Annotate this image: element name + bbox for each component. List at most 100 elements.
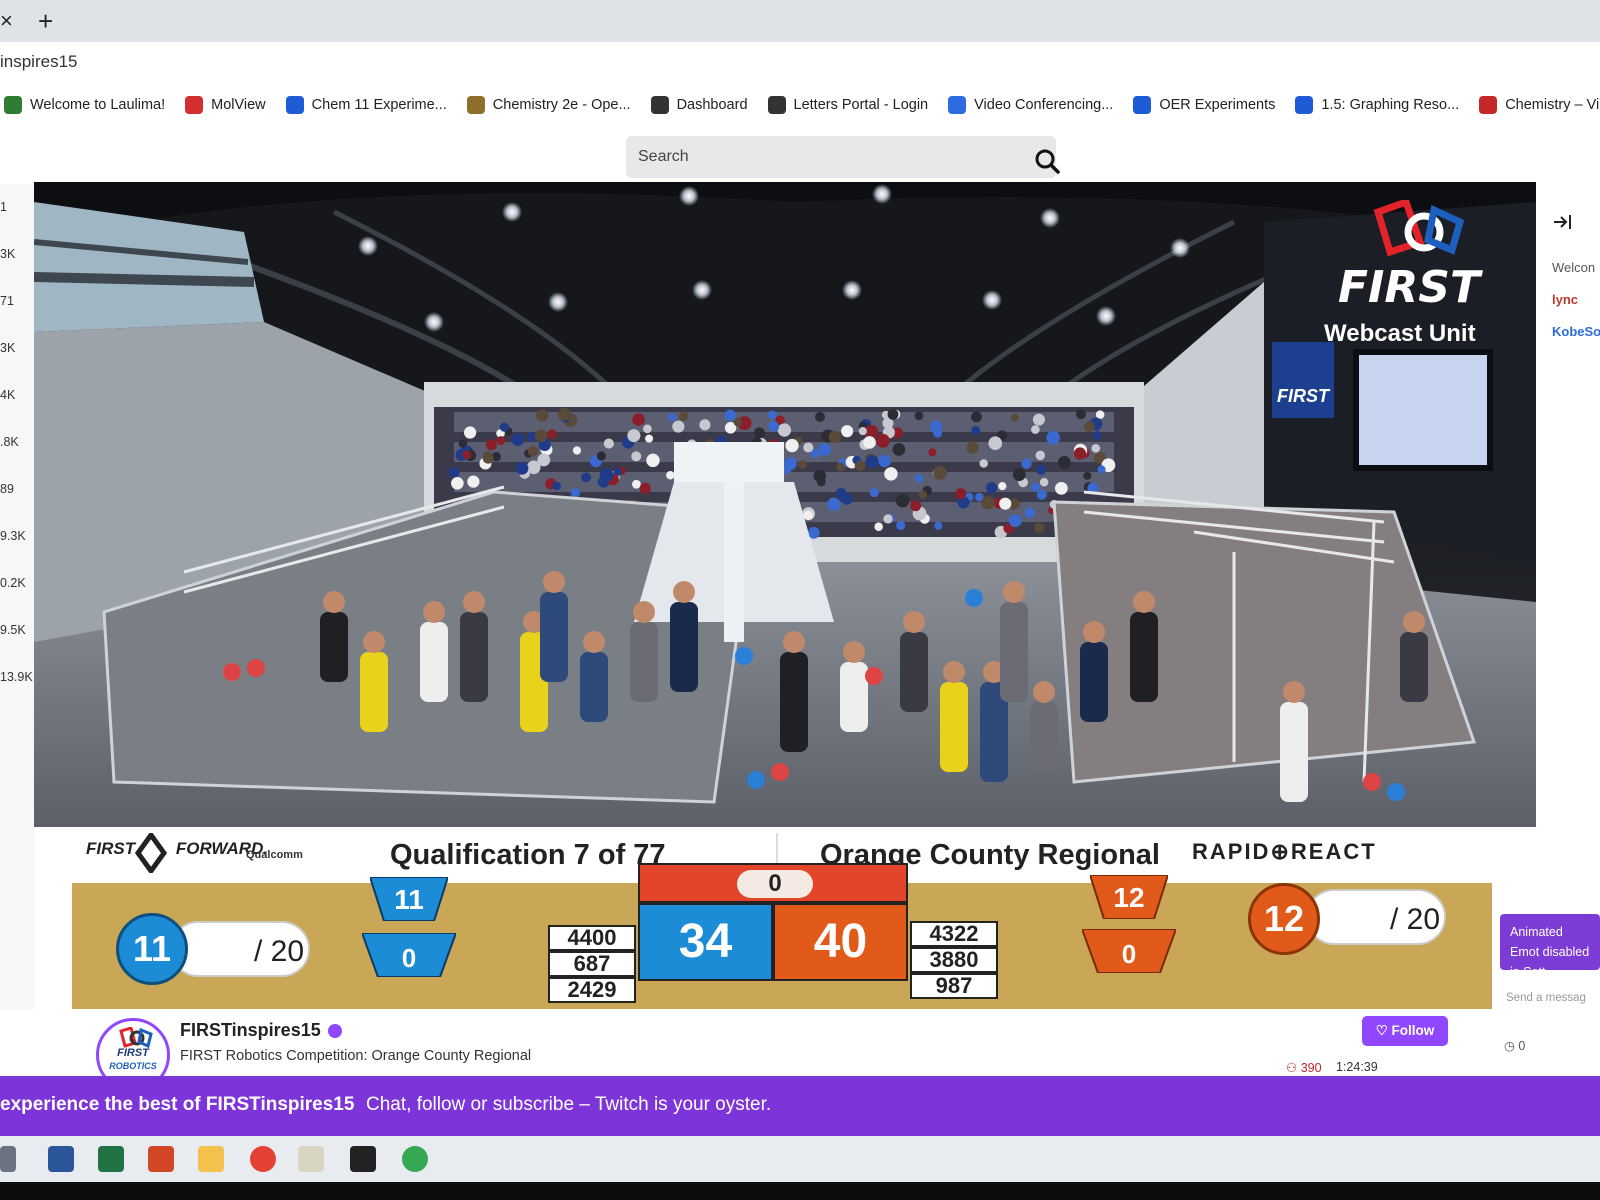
excel-icon[interactable] [98,1146,124,1172]
spectator [1008,514,1022,528]
banner-text: Chat, follow or subscribe – Twitch is yo… [366,1094,772,1115]
cargo-ball [965,589,983,607]
bookmark-favicon-icon [4,96,22,114]
bookmark-item[interactable]: Dashboard [650,96,748,114]
spectator [458,439,468,448]
spectator [1097,465,1106,474]
person [1080,621,1108,722]
spectator [988,436,1003,451]
search-icon[interactable] [1032,146,1062,176]
arena-banner-text: FIRST [1277,386,1331,406]
collapse-chat-icon[interactable] [1552,212,1574,232]
bookmark-favicon-icon [285,96,304,114]
bookmark-item[interactable]: Chemistry 2e - Ope... [466,96,631,114]
spectator [515,462,529,475]
cargo-ball [735,647,753,665]
spectator [672,420,685,433]
bookmark-item[interactable]: 1.5: Graphing Reso... [1295,96,1459,114]
spectator [1091,443,1101,453]
cargo-ball [865,667,883,685]
bookmark-item[interactable]: MolView [185,96,266,114]
blue-rp-total: / 20 [254,935,305,968]
bookmark-favicon-icon [767,96,786,114]
spectator [865,455,879,469]
forward-chevron-icon [134,833,168,873]
spectator [547,429,557,439]
spectator [892,443,906,456]
bookmark-label: Letters Portal - Login [793,97,929,113]
blue-stat-3: 2429 [548,977,636,1003]
spectator [724,409,736,422]
twitch-top-nav [0,128,1600,184]
spectator [463,426,477,439]
ceiling-light [548,292,568,312]
video-player[interactable]: FIRST FIRST Webcast Unit [34,182,1536,827]
red-stat-2: 3880 [910,947,998,973]
channel-points[interactable]: ◷ 0 [1504,1038,1525,1053]
tab-close-icon[interactable]: × [0,8,13,34]
address-bar[interactable]: inspires15 [0,42,1600,82]
url-text[interactable]: inspires15 [0,52,78,72]
bookmark-item[interactable]: Welcome to Laulima! [4,96,165,114]
spectator [666,471,675,480]
monitor-screen: × + inspires15 Welcome to Laulima! MolVie… [0,0,1600,1200]
scoreboard-body: / 20 11 11 0 4400 687 2429 0 34 40 4322 … [72,863,1492,1009]
7zip-icon[interactable] [350,1146,376,1172]
ceiling-light [358,236,378,256]
follow-label: Follow [1391,1023,1435,1038]
spectator [1012,468,1026,482]
search-box[interactable] [626,136,1056,178]
bookmark-item[interactable]: Chem 11 Experime... [285,96,447,114]
bookmark-label: Welcome to Laulima! [30,97,166,113]
red-trap-bottom-value: 0 [1122,939,1136,969]
ceiling-light [1096,306,1116,326]
spectator [1024,507,1035,518]
spectator [777,423,792,437]
new-tab-icon[interactable]: + [38,6,53,37]
powerpoint-icon[interactable] [148,1146,174,1172]
spectator [768,421,780,432]
follow-button[interactable]: ♡ Follow [1362,1016,1448,1046]
person [580,631,608,722]
spectator [1035,450,1046,461]
spectator [818,443,831,456]
spectator [1031,425,1040,434]
rail-viewer-count: 3K [0,341,16,355]
stream-uptime: 1:24:39 [1336,1060,1378,1074]
bookmark-item[interactable]: Chemistry – Virtual... [1479,96,1600,114]
chrome-icon[interactable] [250,1146,276,1172]
chat-message: KobeSo [1552,324,1600,339]
points-value: 0 [1518,1039,1526,1053]
spectator [869,488,879,498]
spectator [1021,458,1032,469]
avatar-logo-icon [119,1027,153,1049]
settings-gear-icon[interactable] [298,1146,324,1172]
bookmark-label: Chemistry – Virtual... [1505,97,1600,113]
bookmark-item[interactable]: Letters Portal - Login [767,96,929,114]
file-explorer-icon[interactable] [198,1146,224,1172]
spectator [482,451,493,462]
bookmark-item[interactable]: OER Experiments [1133,96,1275,114]
task-view-icon[interactable] [0,1146,16,1172]
animated-emotes-notice: Animated Emot disabled in Sett [1500,914,1600,979]
bookmark-item[interactable]: Video Conferencing... [948,96,1113,114]
spectator [798,460,807,469]
rail-viewer-count: 71 [0,294,14,308]
red-stat-column: 4322 3880 987 [910,921,998,999]
channel-name[interactable]: FIRSTinspires15 [180,1020,321,1041]
spectator [499,422,509,432]
search-input[interactable] [638,146,998,168]
spectator [914,411,924,421]
word-icon[interactable] [48,1146,74,1172]
chrome-profile-icon[interactable] [402,1146,428,1172]
rail-viewer-count: 89 [0,482,14,496]
blue-stat-1: 4400 [548,925,636,951]
spectator [895,493,910,508]
chat-input[interactable]: Send a messag [1506,992,1586,1004]
ceiling-light [982,290,1002,310]
match-scoreboard: FIRST FORWARD. Qualcomm Qualification 7 … [72,827,1492,1009]
spectator [646,453,660,468]
spectator [451,476,464,490]
signup-banner[interactable]: experience the best of FIRSTinspires15 C… [0,1076,1600,1136]
spectator [753,427,765,439]
